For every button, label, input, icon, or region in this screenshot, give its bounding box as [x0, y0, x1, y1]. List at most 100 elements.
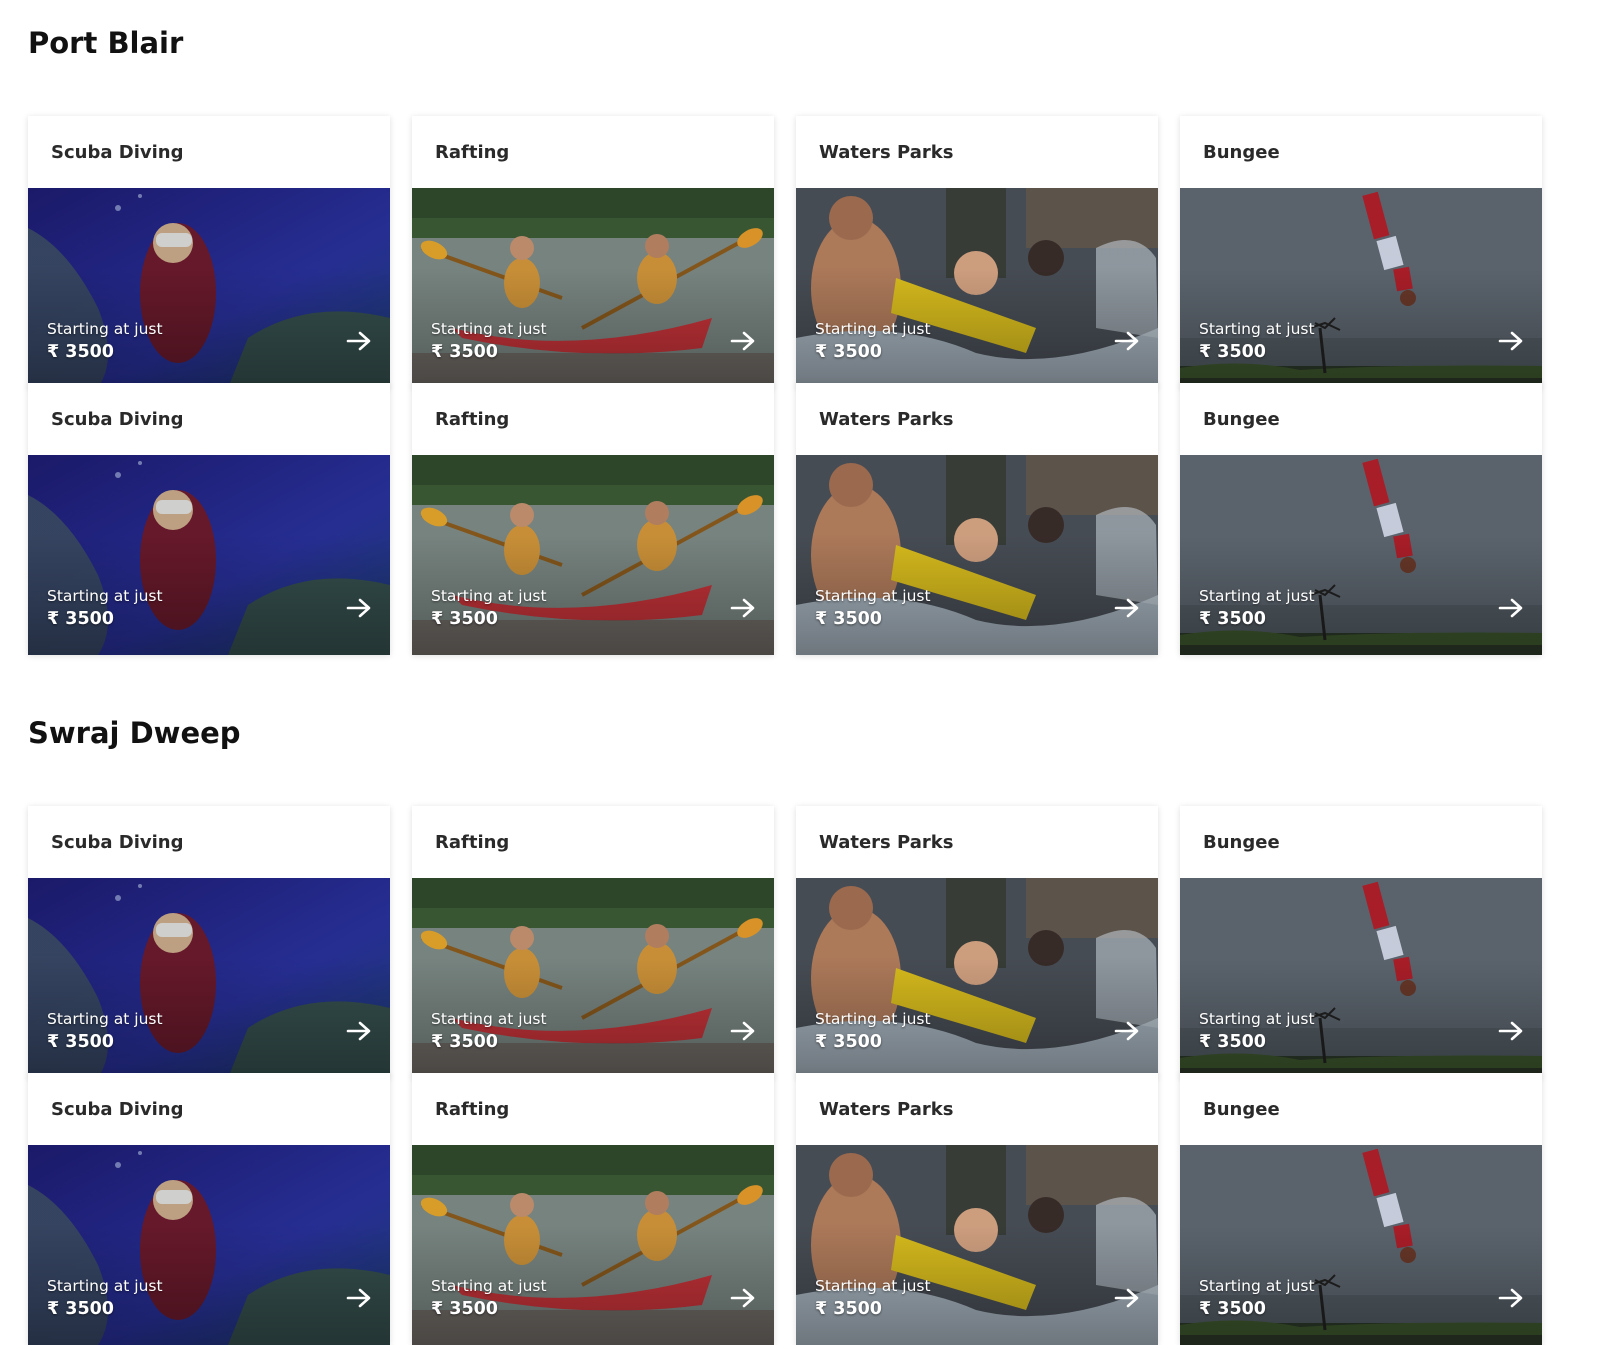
card-image-bungee[interactable]: Starting at just ₹ 3500	[1180, 455, 1542, 655]
price-block: Starting at just ₹ 3500	[431, 585, 547, 631]
activity-card-rafting[interactable]: Rafting Starting at just ₹ 3500	[412, 116, 774, 388]
activity-card-scuba-diving[interactable]: Scuba Diving Starting at just ₹ 3500	[28, 1073, 390, 1345]
card-title[interactable]: Bungee	[1180, 383, 1542, 455]
card-image-bungee[interactable]: Starting at just ₹ 3500	[1180, 1145, 1542, 1345]
price-block: Starting at just ₹ 3500	[815, 1008, 931, 1054]
card-title[interactable]: Waters Parks	[796, 806, 1158, 878]
card-image-rafting[interactable]: Starting at just ₹ 3500	[412, 1145, 774, 1345]
card-title[interactable]: Bungee	[1180, 116, 1542, 188]
price-value: ₹ 3500	[1199, 1299, 1266, 1319]
arrow-right-icon[interactable]	[346, 1021, 372, 1041]
price-block: Starting at just ₹ 3500	[815, 585, 931, 631]
arrow-right-icon[interactable]	[1498, 1288, 1524, 1308]
activity-card-bungee[interactable]: Bungee Starting at just ₹ 3500	[1180, 806, 1542, 1078]
arrow-right-icon[interactable]	[1114, 598, 1140, 618]
price-value: ₹ 3500	[47, 609, 114, 629]
price-label: Starting at just	[47, 587, 163, 605]
activity-card-rafting[interactable]: Rafting Starting at just ₹ 3500	[412, 806, 774, 1078]
activity-card-scuba-diving[interactable]: Scuba Diving Starting at just ₹ 3500	[28, 383, 390, 655]
activity-card-scuba-diving[interactable]: Scuba Diving Starting at just ₹ 3500	[28, 116, 390, 388]
price-value: ₹ 3500	[431, 342, 498, 362]
price-label: Starting at just	[815, 320, 931, 338]
arrow-right-icon[interactable]	[346, 331, 372, 351]
section-title-swraj-dweep: Swraj Dweep	[28, 716, 241, 750]
card-image-waterpark[interactable]: Starting at just ₹ 3500	[796, 878, 1158, 1078]
price-value: ₹ 3500	[815, 1299, 882, 1319]
card-title[interactable]: Scuba Diving	[28, 383, 390, 455]
price-block: Starting at just ₹ 3500	[1199, 318, 1315, 364]
card-title[interactable]: Scuba Diving	[28, 116, 390, 188]
price-value: ₹ 3500	[431, 1032, 498, 1052]
activity-card-scuba-diving[interactable]: Scuba Diving Starting at just ₹ 3500	[28, 806, 390, 1078]
card-title[interactable]: Rafting	[412, 806, 774, 878]
card-image-rafting[interactable]: Starting at just ₹ 3500	[412, 455, 774, 655]
card-image-bungee[interactable]: Starting at just ₹ 3500	[1180, 188, 1542, 388]
price-value: ₹ 3500	[815, 1032, 882, 1052]
price-block: Starting at just ₹ 3500	[431, 318, 547, 364]
price-value: ₹ 3500	[431, 609, 498, 629]
arrow-right-icon[interactable]	[730, 1021, 756, 1041]
card-image-scuba[interactable]: Starting at just ₹ 3500	[28, 455, 390, 655]
price-label: Starting at just	[431, 320, 547, 338]
activity-card-waters-parks[interactable]: Waters Parks Starting at just ₹ 3500	[796, 383, 1158, 655]
arrow-right-icon[interactable]	[1114, 331, 1140, 351]
card-title[interactable]: Waters Parks	[796, 116, 1158, 188]
card-image-rafting[interactable]: Starting at just ₹ 3500	[412, 878, 774, 1078]
card-title[interactable]: Rafting	[412, 1073, 774, 1145]
arrow-right-icon[interactable]	[1498, 331, 1524, 351]
card-image-waterpark[interactable]: Starting at just ₹ 3500	[796, 188, 1158, 388]
activity-card-waters-parks[interactable]: Waters Parks Starting at just ₹ 3500	[796, 116, 1158, 388]
card-title[interactable]: Bungee	[1180, 1073, 1542, 1145]
arrow-right-icon[interactable]	[730, 598, 756, 618]
price-value: ₹ 3500	[1199, 1032, 1266, 1052]
price-block: Starting at just ₹ 3500	[47, 585, 163, 631]
card-image-scuba[interactable]: Starting at just ₹ 3500	[28, 1145, 390, 1345]
price-label: Starting at just	[815, 587, 931, 605]
price-block: Starting at just ₹ 3500	[1199, 1008, 1315, 1054]
card-image-bungee[interactable]: Starting at just ₹ 3500	[1180, 878, 1542, 1078]
price-value: ₹ 3500	[431, 1299, 498, 1319]
price-block: Starting at just ₹ 3500	[431, 1275, 547, 1321]
card-title[interactable]: Rafting	[412, 383, 774, 455]
price-value: ₹ 3500	[47, 1032, 114, 1052]
price-label: Starting at just	[47, 1010, 163, 1028]
card-title[interactable]: Waters Parks	[796, 383, 1158, 455]
activity-card-waters-parks[interactable]: Waters Parks Starting at just ₹ 3500	[796, 1073, 1158, 1345]
arrow-right-icon[interactable]	[730, 1288, 756, 1308]
price-block: Starting at just ₹ 3500	[47, 318, 163, 364]
price-label: Starting at just	[431, 1010, 547, 1028]
arrow-right-icon[interactable]	[346, 598, 372, 618]
price-label: Starting at just	[815, 1010, 931, 1028]
price-label: Starting at just	[431, 587, 547, 605]
price-block: Starting at just ₹ 3500	[815, 318, 931, 364]
price-value: ₹ 3500	[1199, 609, 1266, 629]
price-block: Starting at just ₹ 3500	[47, 1275, 163, 1321]
arrow-right-icon[interactable]	[1114, 1288, 1140, 1308]
card-title[interactable]: Scuba Diving	[28, 806, 390, 878]
price-block: Starting at just ₹ 3500	[431, 1008, 547, 1054]
activity-card-rafting[interactable]: Rafting Starting at just ₹ 3500	[412, 1073, 774, 1345]
section-title-port-blair: Port Blair	[28, 26, 184, 60]
price-label: Starting at just	[1199, 1010, 1315, 1028]
card-image-rafting[interactable]: Starting at just ₹ 3500	[412, 188, 774, 388]
activity-card-bungee[interactable]: Bungee Starting at just ₹ 3500	[1180, 383, 1542, 655]
activity-card-rafting[interactable]: Rafting Starting at just ₹ 3500	[412, 383, 774, 655]
card-image-scuba[interactable]: Starting at just ₹ 3500	[28, 878, 390, 1078]
card-title[interactable]: Scuba Diving	[28, 1073, 390, 1145]
activity-card-waters-parks[interactable]: Waters Parks Starting at just ₹ 3500	[796, 806, 1158, 1078]
price-label: Starting at just	[47, 320, 163, 338]
price-block: Starting at just ₹ 3500	[47, 1008, 163, 1054]
card-image-waterpark[interactable]: Starting at just ₹ 3500	[796, 455, 1158, 655]
card-title[interactable]: Rafting	[412, 116, 774, 188]
arrow-right-icon[interactable]	[730, 331, 756, 351]
card-image-scuba[interactable]: Starting at just ₹ 3500	[28, 188, 390, 388]
card-image-waterpark[interactable]: Starting at just ₹ 3500	[796, 1145, 1158, 1345]
arrow-right-icon[interactable]	[1114, 1021, 1140, 1041]
arrow-right-icon[interactable]	[1498, 1021, 1524, 1041]
activity-card-bungee[interactable]: Bungee Starting at just ₹ 3500	[1180, 116, 1542, 388]
arrow-right-icon[interactable]	[346, 1288, 372, 1308]
card-title[interactable]: Bungee	[1180, 806, 1542, 878]
card-title[interactable]: Waters Parks	[796, 1073, 1158, 1145]
arrow-right-icon[interactable]	[1498, 598, 1524, 618]
activity-card-bungee[interactable]: Bungee Starting at just ₹ 3500	[1180, 1073, 1542, 1345]
